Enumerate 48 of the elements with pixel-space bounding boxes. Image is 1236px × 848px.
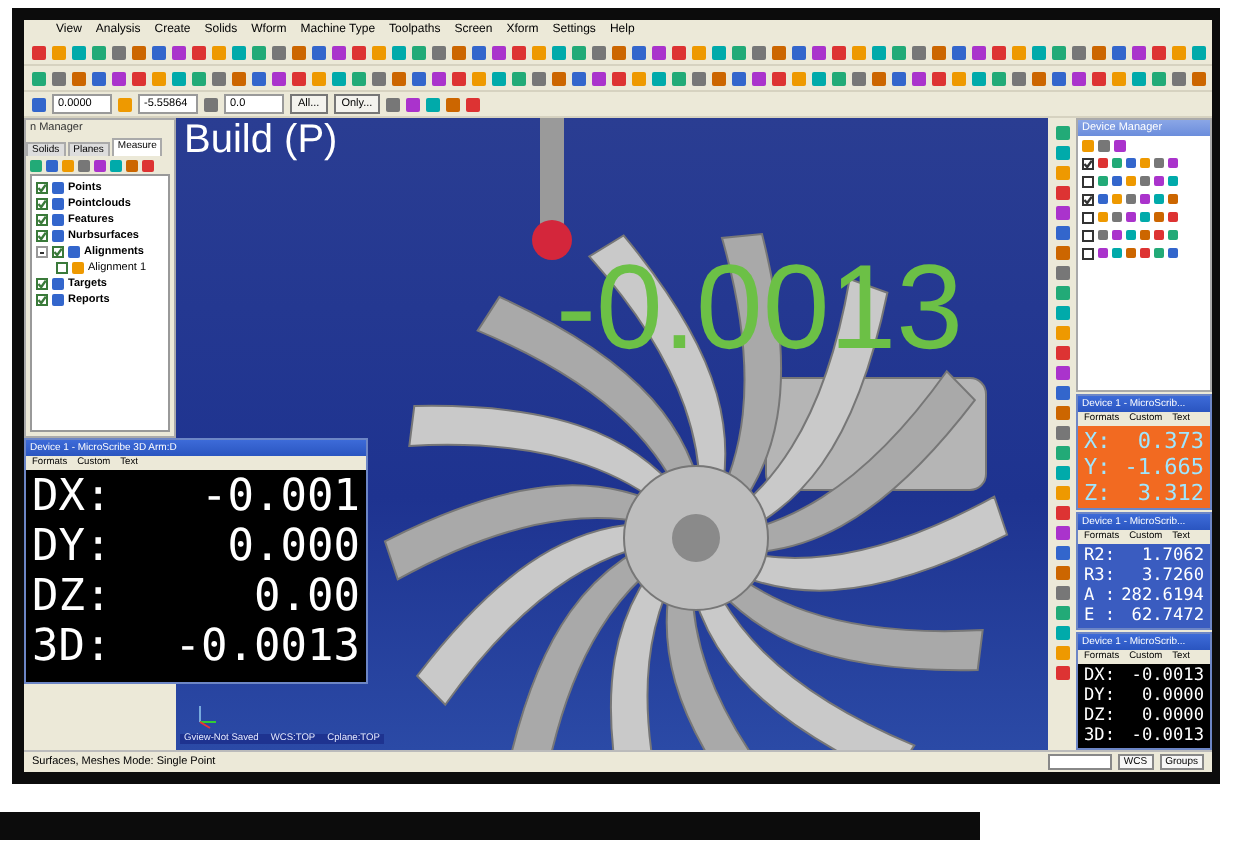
probe-drawing xyxy=(532,118,572,262)
checkbox[interactable] xyxy=(36,214,48,226)
checkbox[interactable] xyxy=(36,278,48,290)
axis-label: DZ: xyxy=(32,572,112,622)
axis-label: DY: xyxy=(32,522,112,572)
axis-value: 0.0000 xyxy=(1141,686,1204,706)
checkbox[interactable] xyxy=(36,294,48,306)
axis-label: DY: xyxy=(1084,686,1116,706)
checkbox[interactable] xyxy=(52,246,64,258)
axis-label: R3: xyxy=(1084,566,1116,586)
axis-label: Y: xyxy=(1084,454,1111,480)
checkbox[interactable] xyxy=(56,262,68,274)
axis-value: 62.7472 xyxy=(1131,606,1204,626)
axis-value: -0.001 xyxy=(201,472,360,522)
view-title: Build (P) xyxy=(184,118,338,164)
axis-label: Z: xyxy=(1084,480,1111,506)
axis-label: DX: xyxy=(1084,666,1116,686)
checkbox[interactable] xyxy=(1082,175,1094,187)
axis-value: 1.7062 xyxy=(1141,546,1204,566)
checkbox[interactable] xyxy=(1082,193,1094,205)
checkbox[interactable] xyxy=(1082,229,1094,241)
expand-toggle[interactable] xyxy=(36,246,48,258)
axis-value: 3.312 xyxy=(1137,480,1204,506)
axis-value: 0.0000 xyxy=(1141,706,1204,726)
axis-value: 0.00 xyxy=(254,572,360,622)
axis-value: -0.0013 xyxy=(174,622,360,672)
axis-label: X: xyxy=(1084,428,1111,454)
axis-label: DX: xyxy=(32,472,112,522)
checkbox[interactable] xyxy=(36,230,48,242)
checkbox[interactable] xyxy=(36,198,48,210)
checkbox[interactable] xyxy=(1082,211,1094,223)
axis-value: 3.7260 xyxy=(1141,566,1204,586)
checkbox[interactable] xyxy=(1082,247,1094,259)
axis-value: -0.0013 xyxy=(1131,666,1204,686)
axis-label: 3D: xyxy=(32,622,112,672)
axis-label: 3D: xyxy=(1084,726,1116,746)
axis-label: R2: xyxy=(1084,546,1116,566)
axis-value: -1.665 xyxy=(1124,454,1204,480)
axis-value: 0.373 xyxy=(1137,428,1204,454)
axis-value: 282.6194 xyxy=(1121,586,1204,606)
checkbox[interactable] xyxy=(36,182,48,194)
axis-label: E : xyxy=(1084,606,1116,626)
checkbox[interactable] xyxy=(1082,157,1094,169)
axis-value: -0.0013 xyxy=(1131,726,1204,746)
axis-label: DZ: xyxy=(1084,706,1116,726)
line-style-dropdown[interactable] xyxy=(1047,754,1112,770)
axis-label: A : xyxy=(1084,586,1116,606)
axis-value: 0.000 xyxy=(227,522,360,572)
